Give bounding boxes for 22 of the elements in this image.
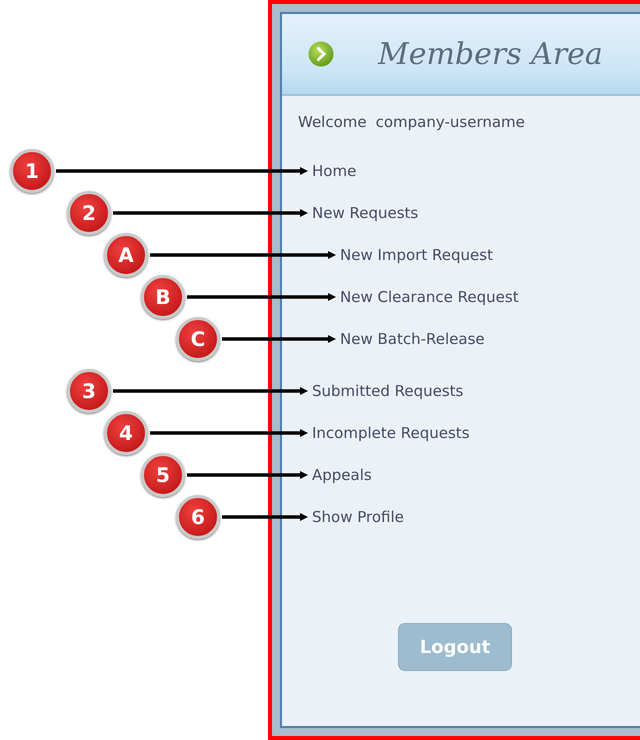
nav-link[interactable]: Show Profile [312, 508, 404, 526]
callout-marker: 4 [104, 411, 148, 455]
callout-marker: C [176, 317, 220, 361]
callout-marker: 3 [67, 369, 111, 413]
nav-link[interactable]: Appeals [312, 466, 372, 484]
nav-link[interactable]: Home [312, 162, 356, 180]
nav-link[interactable]: Incomplete Requests [312, 424, 470, 442]
nav-link[interactable]: Submitted Requests [312, 382, 464, 400]
callout-marker: B [141, 275, 185, 319]
chevron-icon [308, 41, 334, 67]
nav-link[interactable]: New Batch-Release [340, 330, 485, 348]
callout-marker: 6 [176, 495, 220, 539]
nav-link[interactable]: New Clearance Request [340, 288, 519, 306]
nav-link[interactable]: New Import Request [340, 246, 493, 264]
callout-marker: A [104, 233, 148, 277]
username-text: company-username [376, 112, 525, 132]
welcome-text: Welcome [298, 112, 367, 132]
panel-title: Members Area [378, 36, 603, 72]
callout-marker: 1 [10, 149, 54, 193]
callout-marker: 5 [141, 453, 185, 497]
nav-link[interactable]: New Requests [312, 204, 418, 222]
callout-marker: 2 [67, 191, 111, 235]
